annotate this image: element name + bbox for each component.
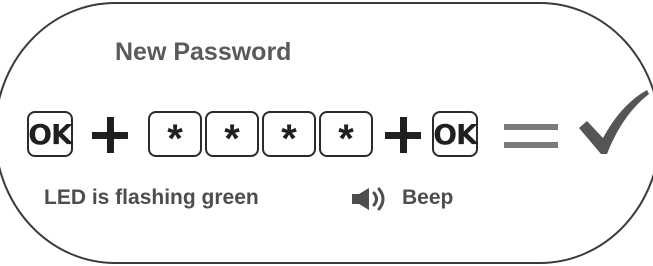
star-key-2: * (205, 111, 259, 159)
led-status-text: LED is flashing green (44, 186, 259, 209)
star-key-3: * (262, 111, 316, 159)
star-key-1: * (148, 111, 202, 159)
star-key-4: * (319, 111, 373, 159)
ok-key-second: OK (432, 111, 478, 157)
equals-icon (504, 118, 558, 152)
checkmark-icon (579, 90, 649, 154)
ok-key-first: OK (27, 111, 73, 157)
beep-text: Beep (402, 186, 454, 209)
plus-icon (385, 117, 421, 153)
speaker-icon (352, 187, 385, 211)
key-sequence: OK * * * * OK (0, 0, 653, 266)
plus-icon (92, 117, 128, 153)
